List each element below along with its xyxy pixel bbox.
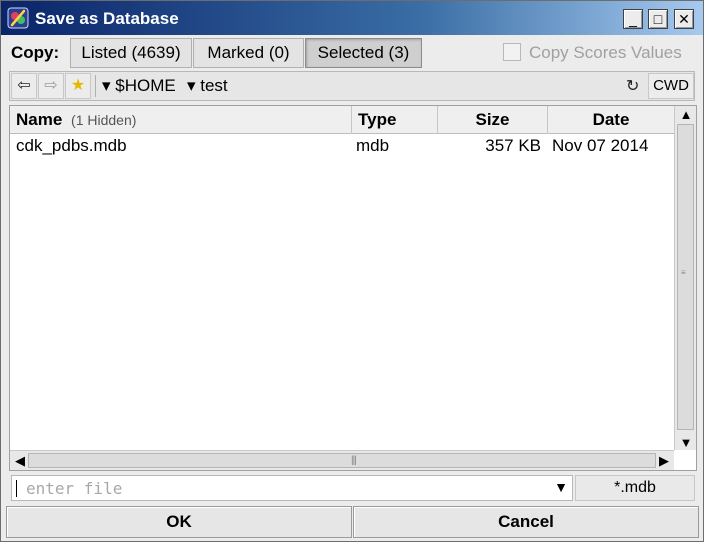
file-name-combobox[interactable]: ▼	[11, 475, 573, 501]
scroll-left-icon[interactable]: ◀	[10, 453, 30, 469]
minimize-icon: _	[629, 11, 637, 27]
list-header: Name (1 Hidden) Type Size Date	[10, 106, 674, 134]
hidden-count-label: (1 Hidden)	[71, 112, 137, 128]
vertical-scroll-thumb[interactable]: ≡	[677, 124, 694, 430]
copy-scores-label: Copy Scores Values	[529, 43, 682, 62]
copy-listed-button[interactable]: Listed (4639)	[70, 38, 192, 68]
forward-arrow-icon: ⇨	[44, 77, 58, 94]
column-header-size[interactable]: Size	[438, 106, 548, 134]
list-item[interactable]: cdk_pdbs.mdb mdb 357 KB Nov 07 2014	[10, 134, 674, 158]
column-header-type[interactable]: Type	[352, 106, 438, 134]
path-separator	[95, 75, 96, 97]
back-arrow-icon: ⇦	[17, 77, 31, 94]
maximize-button[interactable]: □	[648, 9, 668, 29]
horizontal-scroll-thumb[interactable]: |||	[28, 453, 656, 468]
grip-icon: ≡	[681, 268, 686, 277]
close-button[interactable]: ✕	[674, 9, 694, 29]
breadcrumb-test[interactable]: ▾ test	[187, 76, 228, 96]
cancel-button[interactable]: Cancel	[353, 506, 699, 538]
favorites-button[interactable]: ★	[65, 73, 91, 99]
chevron-down-icon[interactable]: ▼	[554, 479, 568, 495]
forward-button[interactable]: ⇨	[38, 73, 64, 99]
refresh-icon[interactable]: ↻	[626, 76, 639, 96]
file-filter-button[interactable]: *.mdb	[575, 475, 695, 501]
back-button[interactable]: ⇦	[11, 73, 37, 99]
title-bar[interactable]: Save as Database _ □ ✕	[1, 1, 703, 35]
column-header-date[interactable]: Date	[548, 106, 674, 134]
scroll-up-icon[interactable]: ▲	[676, 107, 696, 122]
copy-label: Copy:	[11, 43, 60, 62]
text-caret	[16, 480, 17, 497]
horizontal-scrollbar[interactable]: ◀ ||| ▶	[10, 450, 674, 470]
scroll-right-icon[interactable]: ▶	[654, 453, 674, 469]
minimize-button[interactable]: _	[623, 9, 643, 29]
file-date: Nov 07 2014	[552, 136, 649, 155]
file-size: 357 KB	[485, 136, 541, 155]
vertical-scrollbar[interactable]: ▲ ≡ ▼	[674, 106, 696, 450]
maximize-icon: □	[653, 11, 663, 27]
column-name-label: Name	[16, 110, 63, 129]
copy-selected-button[interactable]: Selected (3)	[305, 38, 422, 68]
scroll-down-icon[interactable]: ▼	[676, 435, 696, 450]
file-name-input[interactable]	[24, 478, 544, 498]
save-as-database-dialog: Save as Database _ □ ✕ Copy: Listed (463…	[0, 0, 704, 542]
palette-icon	[7, 7, 29, 29]
star-icon: ★	[70, 77, 86, 94]
ok-button[interactable]: OK	[6, 506, 352, 538]
breadcrumb-home[interactable]: ▾ $HOME	[102, 76, 176, 96]
close-icon: ✕	[678, 11, 690, 27]
copy-scores-checkbox[interactable]	[503, 43, 521, 61]
file-name: cdk_pdbs.mdb	[16, 136, 127, 155]
grip-icon: |||	[351, 455, 357, 466]
path-bar: ⇦ ⇨ ★ ▾ $HOME ▾ test ↻ CWD	[9, 71, 695, 101]
file-list: Name (1 Hidden) Type Size Date cdk_pdbs.…	[9, 105, 697, 471]
window-title: Save as Database	[35, 9, 179, 28]
file-type: mdb	[356, 136, 390, 155]
cwd-button[interactable]: CWD	[648, 73, 694, 99]
column-header-name[interactable]: Name (1 Hidden)	[10, 106, 352, 134]
copy-marked-button[interactable]: Marked (0)	[193, 38, 304, 68]
